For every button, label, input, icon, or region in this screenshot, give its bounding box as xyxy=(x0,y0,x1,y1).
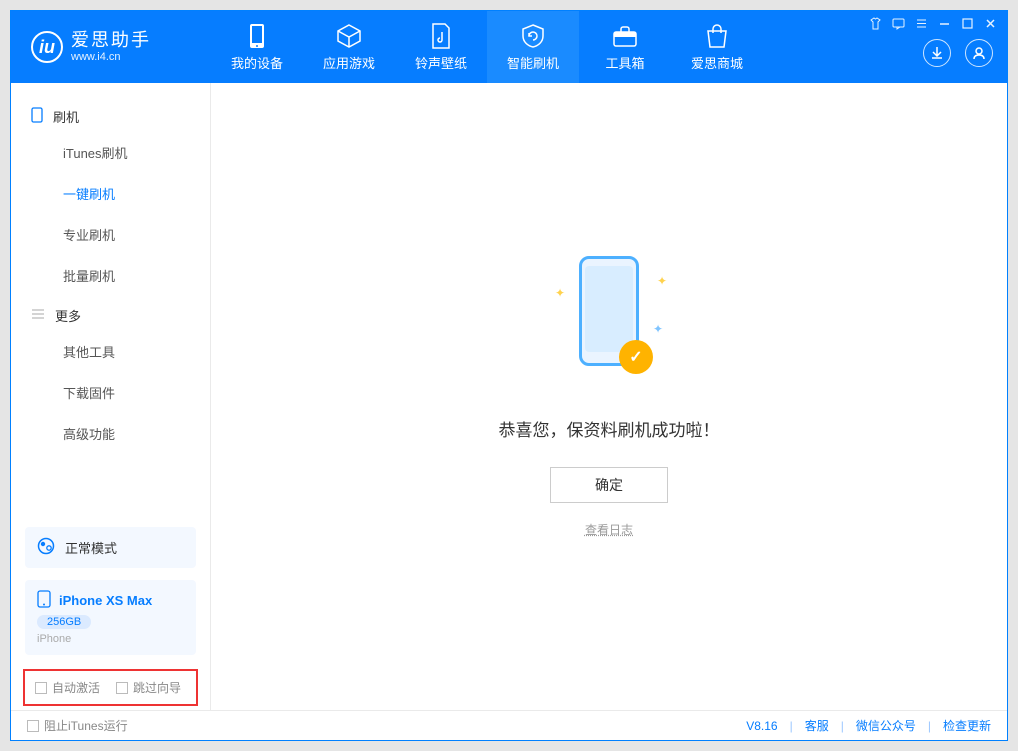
sparkle-icon: ✦ xyxy=(653,322,663,336)
checkbox-icon xyxy=(35,682,47,694)
sidebar-item-pro-flash[interactable]: 专业刷机 xyxy=(11,214,210,255)
auto-activate-checkbox[interactable]: 自动激活 xyxy=(35,679,100,696)
app-window: iu 爱思助手 www.i4.cn 我的设备 应用游戏 铃声壁纸 智能刷机 xyxy=(10,10,1008,741)
mode-label: 正常模式 xyxy=(65,538,117,557)
skin-icon[interactable] xyxy=(869,17,882,33)
separator: | xyxy=(841,719,844,733)
view-log-link[interactable]: 查看日志 xyxy=(585,521,633,538)
sidebar-group-more: 更多 xyxy=(11,296,210,331)
checkbox-icon xyxy=(116,682,128,694)
nav-my-device[interactable]: 我的设备 xyxy=(211,11,303,83)
mode-box[interactable]: 正常模式 xyxy=(25,527,196,568)
header-right-icons xyxy=(923,39,993,67)
storage-badge: 256GB xyxy=(37,615,91,629)
separator: | xyxy=(928,719,931,733)
success-message: 恭喜您，保资料刷机成功啦！ xyxy=(499,416,720,441)
nav-tabs: 我的设备 应用游戏 铃声壁纸 智能刷机 工具箱 爱思商城 xyxy=(211,11,763,83)
block-itunes-checkbox[interactable]: 阻止iTunes运行 xyxy=(27,717,128,734)
minimize-button[interactable] xyxy=(938,17,951,33)
nav-smart-flash[interactable]: 智能刷机 xyxy=(487,11,579,83)
close-button[interactable] xyxy=(984,17,997,33)
sidebar-item-advanced[interactable]: 高级功能 xyxy=(11,413,210,454)
nav-label: 智能刷机 xyxy=(507,53,559,72)
sidebar-item-oneclick-flash[interactable]: 一键刷机 xyxy=(11,173,210,214)
nav-label: 爱思商城 xyxy=(691,53,743,72)
sidebar-group-flash: 刷机 xyxy=(11,97,210,132)
sidebar-item-download-firmware[interactable]: 下载固件 xyxy=(11,372,210,413)
device-name: iPhone XS Max xyxy=(59,593,152,608)
user-icon[interactable] xyxy=(965,39,993,67)
nav-toolbox[interactable]: 工具箱 xyxy=(579,11,671,83)
app-name: 爱思助手 xyxy=(71,31,151,51)
check-update-link[interactable]: 检查更新 xyxy=(943,717,991,734)
separator: | xyxy=(790,719,793,733)
sparkle-icon: ✦ xyxy=(657,274,667,288)
checkbox-icon xyxy=(27,720,39,732)
logo-area: iu 爱思助手 www.i4.cn xyxy=(11,11,211,83)
mode-icon xyxy=(37,537,55,558)
nav-label: 铃声壁纸 xyxy=(415,53,467,72)
header: iu 爱思助手 www.i4.cn 我的设备 应用游戏 铃声壁纸 智能刷机 xyxy=(11,11,1007,83)
check-badge-icon: ✓ xyxy=(619,340,653,374)
device-outline-icon xyxy=(31,107,43,126)
bottom-options-highlighted: 自动激活 跳过向导 xyxy=(23,669,198,706)
group-label: 刷机 xyxy=(53,107,79,126)
checkbox-label: 阻止iTunes运行 xyxy=(44,717,128,734)
toolbox-icon xyxy=(612,23,638,49)
shield-refresh-icon xyxy=(520,23,546,49)
sidebar: 刷机 iTunes刷机 一键刷机 专业刷机 批量刷机 更多 其他工具 下载固件 … xyxy=(11,83,211,710)
ok-button[interactable]: 确定 xyxy=(550,467,668,503)
list-icon xyxy=(31,308,45,323)
menu-icon[interactable] xyxy=(915,17,928,33)
music-file-icon xyxy=(428,23,454,49)
phone-screen xyxy=(585,266,633,352)
device-box[interactable]: iPhone XS Max 256GB iPhone xyxy=(25,580,196,655)
sidebar-item-other-tools[interactable]: 其他工具 xyxy=(11,331,210,372)
nav-ringtone-wallpaper[interactable]: 铃声壁纸 xyxy=(395,11,487,83)
skip-guide-checkbox[interactable]: 跳过向导 xyxy=(116,679,181,696)
feedback-icon[interactable] xyxy=(892,17,905,33)
window-controls xyxy=(869,17,997,33)
main-content: ✦ ✦ ✦ ✓ 恭喜您，保资料刷机成功啦！ 确定 查看日志 xyxy=(211,83,1007,710)
wechat-link[interactable]: 微信公众号 xyxy=(856,717,916,734)
device-phone-icon xyxy=(37,590,51,611)
version-label: V8.16 xyxy=(746,719,777,733)
app-url: www.i4.cn xyxy=(71,51,151,63)
body: 刷机 iTunes刷机 一键刷机 专业刷机 批量刷机 更多 其他工具 下载固件 … xyxy=(11,83,1007,710)
sparkle-icon: ✦ xyxy=(555,286,565,300)
footer: 阻止iTunes运行 V8.16 | 客服 | 微信公众号 | 检查更新 xyxy=(11,710,1007,740)
nav-apps-games[interactable]: 应用游戏 xyxy=(303,11,395,83)
maximize-button[interactable] xyxy=(961,17,974,33)
checkbox-label: 跳过向导 xyxy=(133,679,181,696)
nav-label: 应用游戏 xyxy=(323,53,375,72)
nav-label: 我的设备 xyxy=(231,53,283,72)
phone-icon xyxy=(244,23,270,49)
download-icon[interactable] xyxy=(923,39,951,67)
checkbox-label: 自动激活 xyxy=(52,679,100,696)
nav-label: 工具箱 xyxy=(605,53,644,72)
device-type: iPhone xyxy=(37,633,71,645)
cube-icon xyxy=(336,23,362,49)
bag-icon xyxy=(704,23,730,49)
sidebar-item-batch-flash[interactable]: 批量刷机 xyxy=(11,255,210,296)
logo-text: 爱思助手 www.i4.cn xyxy=(71,31,151,63)
group-label: 更多 xyxy=(55,306,81,325)
logo-icon: iu xyxy=(31,31,63,63)
sidebar-item-itunes-flash[interactable]: iTunes刷机 xyxy=(11,132,210,173)
nav-store[interactable]: 爱思商城 xyxy=(671,11,763,83)
support-link[interactable]: 客服 xyxy=(805,717,829,734)
success-illustration: ✦ ✦ ✦ ✓ xyxy=(549,256,669,396)
